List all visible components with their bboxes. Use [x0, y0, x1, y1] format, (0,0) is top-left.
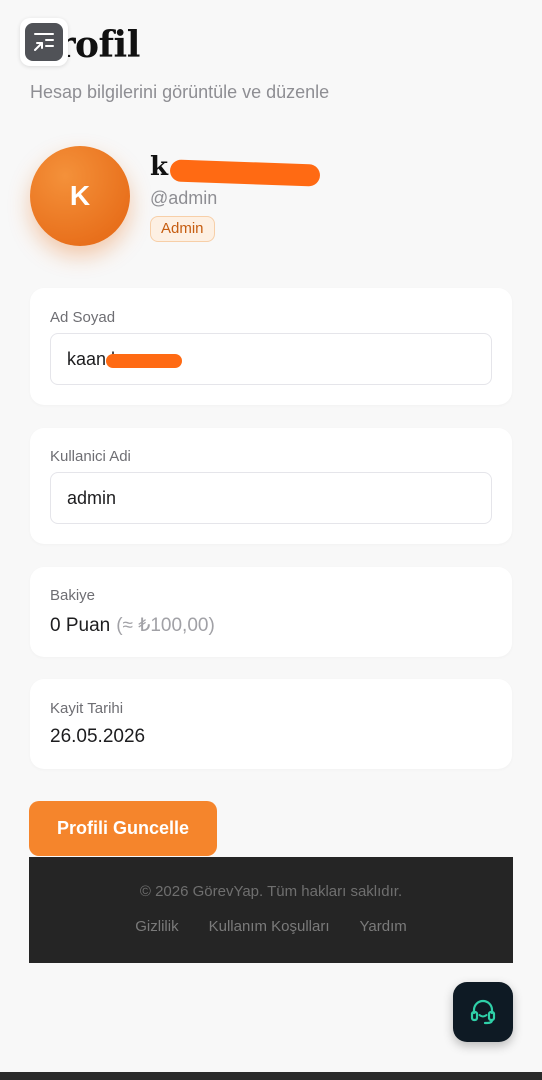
footer-copyright: © 2026 GörevYap. Tüm hakları saklıdır.: [139, 883, 403, 900]
registered-value: 26.05.2026: [50, 726, 146, 747]
redaction-mark: [169, 159, 321, 187]
avatar-initial: K: [69, 180, 91, 211]
footer-link-privacy[interactable]: Gizlilik: [135, 918, 178, 935]
balance-points: 0 Puan: [50, 615, 111, 636]
role-badge: Admin: [150, 216, 215, 242]
profile-name: k: [150, 152, 169, 182]
footer-link-help[interactable]: Yardım: [360, 918, 407, 935]
username-label: Kullanici Adi: [50, 448, 131, 465]
balance-card: Bakiye 0 Puan (≈ ₺100,00): [30, 567, 512, 657]
footer: © 2026 GörevYap. Tüm hakları saklıdır. G…: [29, 857, 513, 963]
system-navigation-bar: [0, 1072, 542, 1080]
registered-label: Kayit Tarihi: [50, 700, 124, 717]
headset-support-icon: [470, 999, 496, 1025]
update-profile-button[interactable]: Profili Guncelle: [29, 801, 217, 856]
footer-link-terms[interactable]: Kullanım Koşulları: [209, 918, 330, 935]
collapse-button[interactable]: [20, 18, 68, 66]
balance-equivalent: (≈ ₺100,00): [116, 615, 215, 636]
full-name-card: Ad Soyad kaan k: [30, 288, 512, 405]
username-input[interactable]: admin: [50, 472, 492, 524]
username-card: Kullanici Adi admin: [30, 428, 512, 544]
support-button[interactable]: [453, 982, 513, 1042]
avatar: K: [30, 146, 130, 246]
full-name-label: Ad Soyad: [50, 309, 116, 326]
profile-username: @admin: [150, 188, 218, 208]
balance-value: 0 Puan (≈ ₺100,00): [50, 614, 215, 637]
balance-label: Bakiye: [50, 587, 96, 604]
registered-card: Kayit Tarihi 26.05.2026: [30, 679, 512, 769]
username-value: admin: [67, 488, 117, 508]
page-subtitle: Hesap bilgilerini görüntüle ve düzenle: [30, 82, 330, 102]
collapse-arrows-icon: [34, 33, 54, 51]
redaction-mark: [106, 354, 182, 368]
footer-links: Gizlilik Kullanım Koşulları Yardım: [29, 918, 513, 935]
